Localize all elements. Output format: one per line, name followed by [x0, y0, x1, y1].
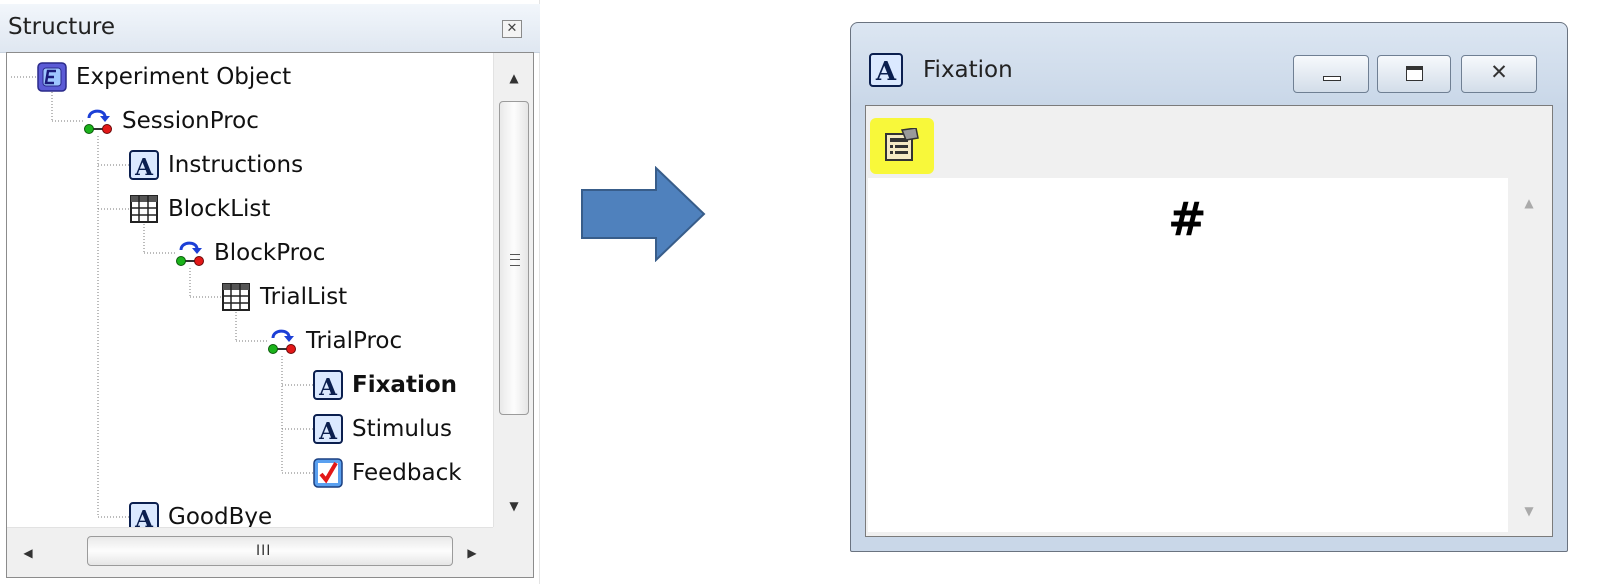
tree-item-label: BlockList [168, 196, 271, 222]
structure-titlebar: Structure ✕ [0, 4, 540, 53]
tree-item-label: Feedback [352, 460, 462, 486]
scroll-up-arrow-icon[interactable]: ▲ [1508, 196, 1550, 210]
tree-item-label: Experiment Object [76, 64, 292, 90]
text-display-icon: A [313, 370, 343, 401]
panel-close-button[interactable]: ✕ [502, 20, 522, 38]
tree-item[interactable]: BlockProc [175, 235, 325, 271]
structure-panel-title: Structure [8, 14, 115, 40]
scroll-left-arrow-icon[interactable]: ◀ [21, 546, 35, 560]
structure-panel: Structure ✕ Experiment Object SessionProc… [0, 0, 540, 584]
tree-vertical-scrollbar[interactable]: ▲ ▼ [493, 53, 533, 527]
text-display-icon: A [129, 150, 159, 181]
experiment-object-icon [37, 62, 67, 92]
structure-tree: Experiment Object SessionProc A Instruction… [6, 52, 534, 578]
fixation-window: A Fixation ✕ # ▲ ▼ [850, 22, 1568, 552]
tree-item[interactable]: SessionProc [83, 103, 259, 139]
svg-text:A: A [875, 57, 897, 87]
tree-item[interactable]: TrialList [221, 279, 347, 315]
scrollbar-corner [493, 527, 533, 577]
fixation-symbol: # [1168, 192, 1207, 246]
procedure-icon [267, 326, 297, 356]
tree-item-label: Fixation [352, 372, 458, 398]
fixation-client-area: # ▲ ▼ [865, 105, 1553, 537]
minimize-button[interactable] [1293, 55, 1369, 93]
right-arrow-icon [581, 166, 706, 262]
procedure-icon [175, 238, 205, 268]
procedure-icon [83, 106, 113, 136]
tree-item[interactable]: A Stimulus [313, 411, 452, 447]
tree-item-label: TrialProc [306, 328, 403, 354]
horizontal-scroll-thumb[interactable]: III [87, 536, 453, 566]
scroll-up-arrow-icon[interactable]: ▲ [494, 71, 533, 85]
tree-horizontal-scrollbar[interactable]: ◀ III ▶ [7, 527, 493, 577]
svg-text:A: A [134, 154, 154, 180]
tree-item-label: TrialList [260, 284, 348, 310]
window-title: Fixation [923, 57, 1013, 83]
tree-view: Experiment Object SessionProc A Instruction… [7, 53, 493, 527]
tree-item[interactable]: A Fixation [313, 367, 457, 403]
fixation-toolbar [866, 106, 1552, 178]
scroll-grip-icon [510, 254, 520, 266]
scroll-right-arrow-icon[interactable]: ▶ [465, 546, 479, 560]
feedback-icon [313, 458, 343, 488]
tree-item-label: Instructions [168, 152, 304, 178]
tree-item-label: SessionProc [122, 108, 259, 134]
close-button[interactable]: ✕ [1461, 55, 1537, 93]
canvas-vertical-scrollbar[interactable]: ▲ ▼ [1508, 178, 1550, 532]
text-display-icon: A [869, 53, 903, 87]
tree-item[interactable]: Experiment Object [37, 59, 291, 95]
tree-item[interactable]: TrialProc [267, 323, 402, 359]
vertical-scroll-thumb[interactable] [499, 101, 529, 415]
svg-text:A: A [134, 506, 154, 527]
text-display-icon: A [129, 502, 159, 527]
tree-item-label: BlockProc [214, 240, 326, 266]
tree-item-label: GoodBye [168, 504, 273, 527]
tree-item[interactable]: BlockList [129, 191, 270, 227]
property-pages-button[interactable] [870, 118, 934, 174]
maximize-icon [1406, 66, 1423, 81]
close-icon: ✕ [1490, 60, 1508, 84]
tree-item[interactable]: Feedback [313, 455, 462, 491]
svg-text:A: A [318, 418, 338, 444]
tree-item-label: Stimulus [352, 416, 452, 442]
minimize-icon [1323, 76, 1341, 81]
scroll-down-arrow-icon[interactable]: ▼ [1508, 504, 1550, 518]
list-grid-icon [221, 282, 251, 312]
tree-item[interactable]: A GoodBye [129, 499, 272, 527]
display-canvas[interactable]: # [868, 178, 1508, 532]
tree-item[interactable]: A Instructions [129, 147, 303, 183]
property-pages-icon [885, 128, 919, 161]
list-grid-icon [129, 194, 159, 224]
maximize-button[interactable] [1377, 55, 1451, 93]
text-display-icon: A [313, 414, 343, 445]
svg-text:A: A [318, 374, 338, 400]
scroll-grip-icon: III [256, 543, 272, 559]
scroll-down-arrow-icon[interactable]: ▼ [494, 499, 533, 513]
